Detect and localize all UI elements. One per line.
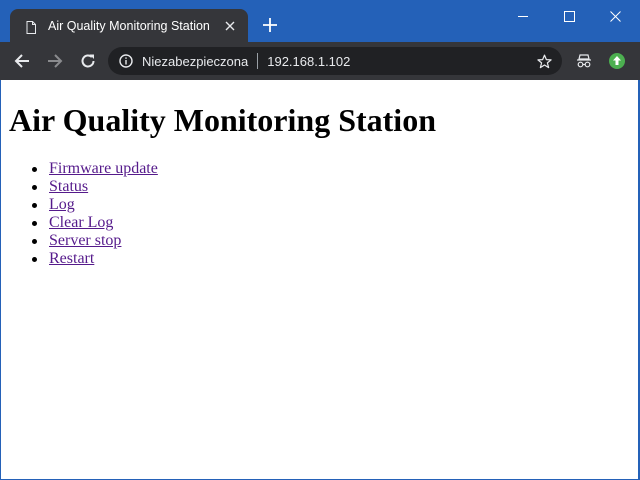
page-title: Air Quality Monitoring Station xyxy=(9,102,436,138)
restart-link[interactable]: Restart xyxy=(49,250,94,267)
list-item: Restart xyxy=(9,250,158,268)
update-arrow-icon[interactable] xyxy=(608,52,626,70)
page-content: Air Quality Monitoring Station Firmware … xyxy=(1,80,638,479)
window-close-button[interactable] xyxy=(592,0,638,32)
list-item: Clear Log xyxy=(9,214,158,232)
clear-log-link[interactable]: Clear Log xyxy=(49,214,113,231)
list-item: Status xyxy=(9,178,158,196)
browser-tab[interactable]: Air Quality Monitoring Station xyxy=(10,9,248,42)
security-label[interactable]: Niezabezpieczona xyxy=(142,54,248,69)
close-icon[interactable] xyxy=(222,18,238,34)
list-item: Log xyxy=(9,196,158,214)
minimize-button[interactable] xyxy=(500,0,546,32)
maximize-button[interactable] xyxy=(546,0,592,32)
omnibox-divider xyxy=(257,53,259,69)
status-link[interactable]: Status xyxy=(49,178,88,195)
browser-toolbar: Niezabezpieczona 192.168.1.102 xyxy=(0,42,640,80)
tab-title: Air Quality Monitoring Station xyxy=(48,18,210,33)
title-bar: Air Quality Monitoring Station xyxy=(0,0,640,42)
menu-list: Firmware update Status Log Clear Log Ser… xyxy=(9,160,158,268)
info-icon[interactable] xyxy=(118,53,134,69)
plus-icon[interactable] xyxy=(260,15,280,35)
reload-icon[interactable] xyxy=(77,51,99,71)
page-icon xyxy=(26,19,36,34)
list-item: Firmware update xyxy=(9,160,158,178)
forward-arrow-icon[interactable] xyxy=(44,51,66,71)
log-link[interactable]: Log xyxy=(49,196,75,213)
url-text[interactable]: 192.168.1.102 xyxy=(267,54,535,69)
address-bar[interactable]: Niezabezpieczona 192.168.1.102 xyxy=(108,47,562,75)
star-icon[interactable] xyxy=(535,52,553,70)
firmware-update-link[interactable]: Firmware update xyxy=(49,160,158,177)
server-stop-link[interactable]: Server stop xyxy=(49,232,121,249)
back-arrow-icon[interactable] xyxy=(11,51,33,71)
incognito-icon[interactable] xyxy=(575,52,593,70)
list-item: Server stop xyxy=(9,232,158,250)
